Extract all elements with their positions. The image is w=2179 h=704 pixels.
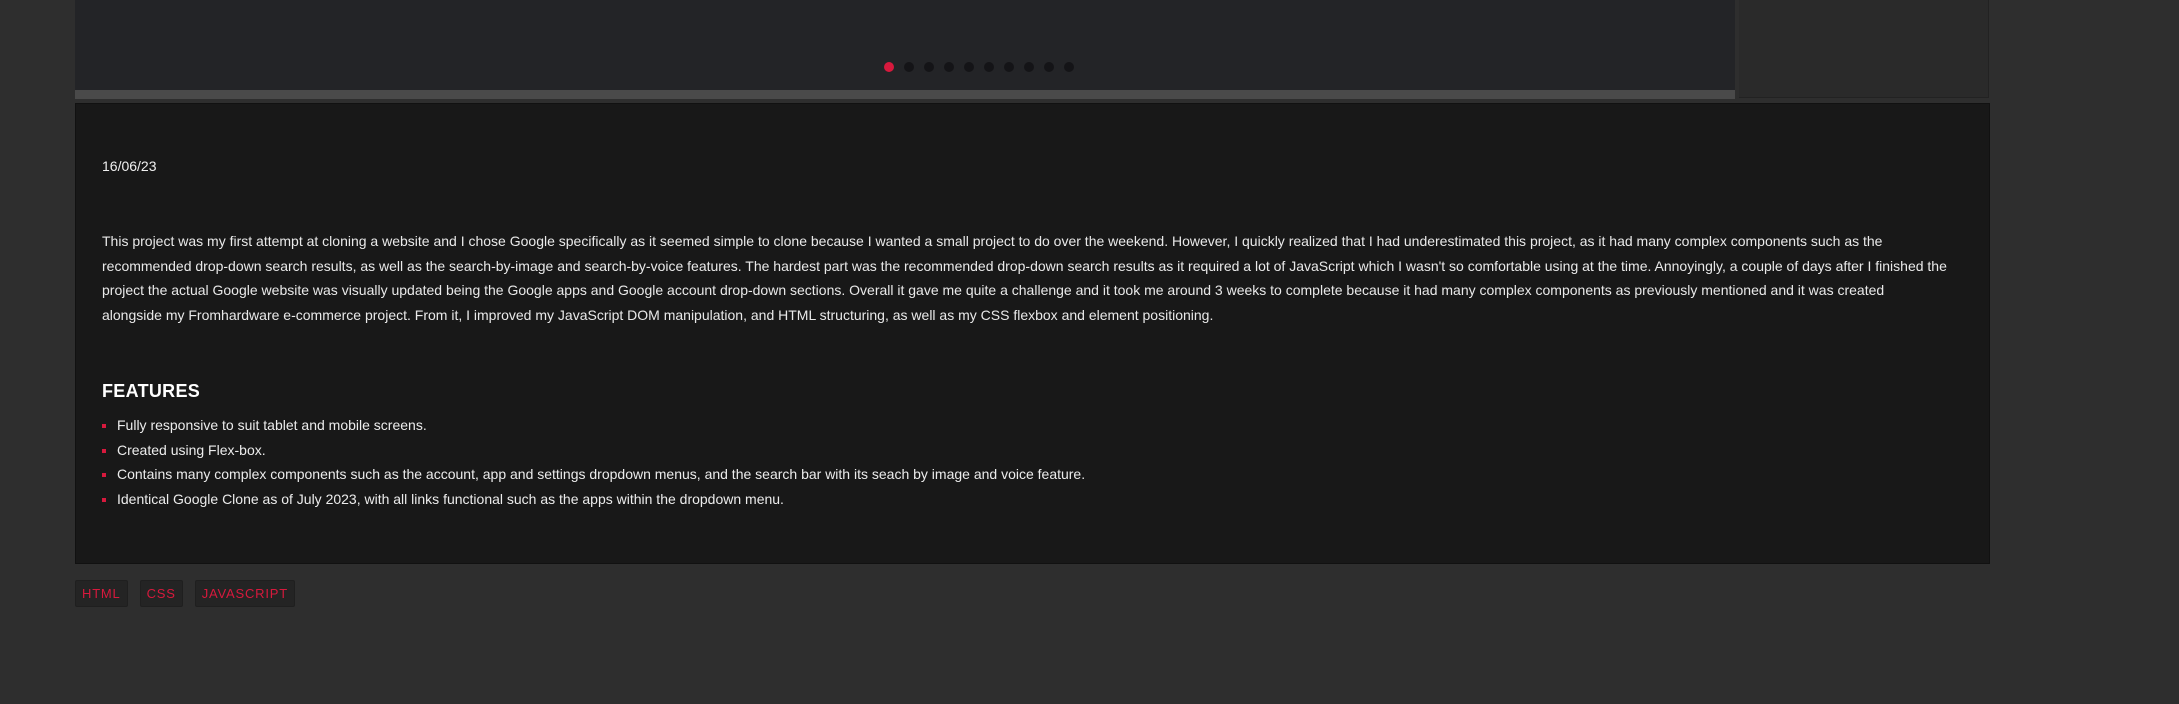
feature-text: Identical Google Clone as of July 2023, … — [117, 490, 784, 507]
project-description: This project was my first attempt at clo… — [102, 233, 1947, 323]
feature-item: Created using Flex-box. — [102, 438, 1085, 463]
project-date: 16/06/23 — [102, 158, 157, 174]
features-heading: FEATURES — [102, 381, 201, 401]
carousel-dot-10[interactable] — [1064, 62, 1074, 72]
carousel-dot-5[interactable] — [964, 62, 974, 72]
carousel-dot-7[interactable] — [1004, 62, 1014, 72]
feature-text: Created using Flex-box. — [117, 441, 266, 458]
features-list: Fully responsive to suit tablet and mobi… — [102, 413, 1085, 511]
carousel-dot-9[interactable] — [1044, 62, 1054, 72]
carousel-dots — [884, 62, 1074, 72]
carousel-dot-8[interactable] — [1024, 62, 1034, 72]
feature-item: Contains many complex components such as… — [102, 462, 1085, 487]
carousel-dot-1[interactable] — [884, 62, 894, 72]
carousel-scrollbar[interactable] — [75, 90, 1735, 99]
bullet-icon — [102, 473, 106, 477]
tag-javascript[interactable]: JAVASCRIPT — [194, 580, 295, 607]
feature-text: Contains many complex components such as… — [117, 466, 1086, 482]
tag-html[interactable]: HTML — [75, 580, 128, 607]
feature-item: Fully responsive to suit tablet and mobi… — [102, 413, 1085, 438]
carousel-dot-2[interactable] — [904, 62, 914, 72]
feature-item: Identical Google Clone as of July 2023, … — [102, 487, 1085, 512]
carousel-dot-6[interactable] — [984, 62, 994, 72]
image-carousel — [75, 0, 1735, 90]
bullet-icon — [102, 497, 106, 502]
side-panel — [1739, 0, 1989, 98]
project-details: 16/06/23 This project was my first attem… — [75, 103, 1990, 564]
bullet-icon — [102, 448, 106, 453]
bullet-icon — [102, 424, 106, 428]
carousel-dot-3[interactable] — [924, 62, 934, 72]
carousel-dot-4[interactable] — [944, 62, 954, 72]
tag-css[interactable]: CSS — [139, 580, 183, 607]
tech-tags: HTML CSS JAVASCRIPT — [75, 580, 295, 607]
feature-text: Fully responsive to suit tablet and mobi… — [117, 417, 427, 433]
